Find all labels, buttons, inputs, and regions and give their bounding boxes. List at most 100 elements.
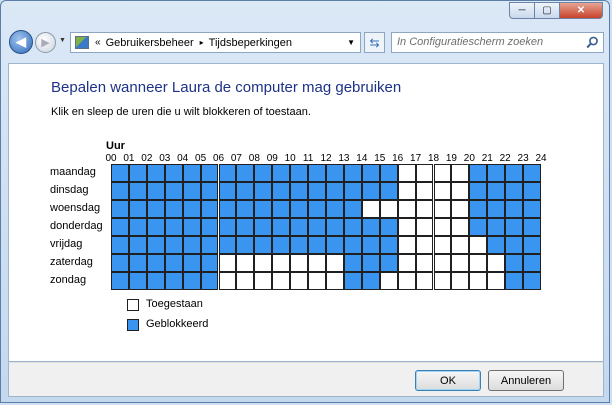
hour-cell[interactable] [111, 236, 129, 254]
address-overflow-chevron[interactable]: « [95, 37, 101, 48]
hour-cell[interactable] [451, 272, 470, 290]
breadcrumb-tijdsbeperkingen[interactable]: Tijdsbeperkingen [209, 37, 292, 49]
hour-cell[interactable] [343, 254, 362, 272]
hour-cell[interactable] [469, 218, 488, 236]
hour-cell[interactable] [254, 272, 273, 290]
hour-cell[interactable] [236, 164, 255, 182]
hour-cell[interactable] [236, 236, 255, 254]
hour-cell[interactable] [523, 272, 541, 290]
hour-cell[interactable] [361, 272, 380, 290]
hour-cell[interactable] [397, 218, 416, 236]
minimize-button[interactable]: ─ [509, 2, 535, 19]
close-button[interactable]: ✕ [560, 2, 603, 19]
hour-cell[interactable] [361, 218, 380, 236]
hour-cell[interactable] [487, 272, 506, 290]
hour-cell[interactable] [469, 272, 488, 290]
hour-cell[interactable] [523, 182, 541, 200]
hour-cell[interactable] [505, 254, 524, 272]
search-input[interactable] [397, 36, 577, 48]
hour-cell[interactable] [236, 182, 255, 200]
hour-cell[interactable] [343, 272, 362, 290]
maximize-button[interactable]: ▢ [535, 2, 560, 19]
hour-cell[interactable] [111, 200, 129, 218]
hour-cell[interactable] [218, 236, 237, 254]
hour-cell[interactable] [397, 236, 416, 254]
hour-cell[interactable] [290, 236, 309, 254]
hour-cell[interactable] [487, 182, 506, 200]
hour-cell[interactable] [290, 254, 309, 272]
hour-cell[interactable] [487, 254, 506, 272]
hour-cell[interactable] [415, 236, 434, 254]
hour-cell[interactable] [343, 218, 362, 236]
hour-cell[interactable] [128, 200, 147, 218]
search-icon[interactable] [586, 36, 599, 49]
hour-cell[interactable] [218, 182, 237, 200]
hour-cell[interactable] [128, 182, 147, 200]
hour-cell[interactable] [397, 272, 416, 290]
hour-cell[interactable] [505, 236, 524, 254]
hour-cell[interactable] [128, 236, 147, 254]
hour-cell[interactable] [397, 164, 416, 182]
hour-cell[interactable] [218, 218, 237, 236]
back-button[interactable]: ◀ [9, 30, 33, 54]
hour-cell[interactable] [164, 236, 183, 254]
hour-cell[interactable] [218, 254, 237, 272]
hour-cell[interactable] [379, 254, 398, 272]
hour-cell[interactable] [254, 218, 273, 236]
hour-cell[interactable] [415, 164, 434, 182]
hour-cell[interactable] [361, 182, 380, 200]
hour-cell[interactable] [343, 200, 362, 218]
hour-cell[interactable] [379, 182, 398, 200]
hour-cell[interactable] [182, 254, 201, 272]
hour-cell[interactable] [146, 200, 165, 218]
hour-cell[interactable] [451, 164, 470, 182]
hour-cell[interactable] [272, 236, 291, 254]
hour-cell[interactable] [111, 164, 129, 182]
hour-cell[interactable] [308, 236, 326, 254]
hour-cell[interactable] [523, 236, 541, 254]
hour-cell[interactable] [146, 218, 165, 236]
hour-cell[interactable] [128, 164, 147, 182]
hour-cell[interactable] [379, 272, 398, 290]
hour-cell[interactable] [218, 200, 237, 218]
recent-pages-dropdown[interactable]: ▼ [59, 37, 66, 44]
hour-cell[interactable] [272, 182, 291, 200]
hour-cell[interactable] [111, 254, 129, 272]
hour-cell[interactable] [146, 164, 165, 182]
hour-cell[interactable] [326, 254, 344, 272]
hour-cell[interactable] [182, 182, 201, 200]
hour-cell[interactable] [182, 272, 201, 290]
hour-cell[interactable] [200, 200, 219, 218]
hour-cell[interactable] [200, 164, 219, 182]
hour-cell[interactable] [272, 218, 291, 236]
hour-cell[interactable] [505, 200, 524, 218]
hour-cell[interactable] [164, 254, 183, 272]
hour-cell[interactable] [487, 236, 506, 254]
hour-cell[interactable] [272, 254, 291, 272]
hour-cell[interactable] [415, 200, 434, 218]
ok-button[interactable]: OK [415, 370, 481, 391]
forward-button[interactable]: ▶ [35, 32, 56, 53]
hour-cell[interactable] [200, 218, 219, 236]
hour-cell[interactable] [433, 272, 452, 290]
hour-cell[interactable] [111, 218, 129, 236]
hour-cell[interactable] [128, 272, 147, 290]
hour-cell[interactable] [523, 218, 541, 236]
hour-cell[interactable] [272, 200, 291, 218]
hour-cell[interactable] [164, 164, 183, 182]
hour-cell[interactable] [487, 164, 506, 182]
address-dropdown-icon[interactable]: ▼ [347, 38, 355, 47]
hour-cell[interactable] [379, 164, 398, 182]
hour-cell[interactable] [146, 236, 165, 254]
time-restriction-grid[interactable] [111, 164, 541, 290]
breadcrumb-separator-icon[interactable]: ▸ [200, 38, 204, 47]
hour-cell[interactable] [200, 182, 219, 200]
hour-cell[interactable] [200, 236, 219, 254]
hour-cell[interactable] [433, 182, 452, 200]
hour-cell[interactable] [272, 164, 291, 182]
hour-cell[interactable] [415, 182, 434, 200]
hour-cell[interactable] [451, 182, 470, 200]
hour-cell[interactable] [200, 272, 219, 290]
hour-cell[interactable] [469, 164, 488, 182]
hour-cell[interactable] [200, 254, 219, 272]
